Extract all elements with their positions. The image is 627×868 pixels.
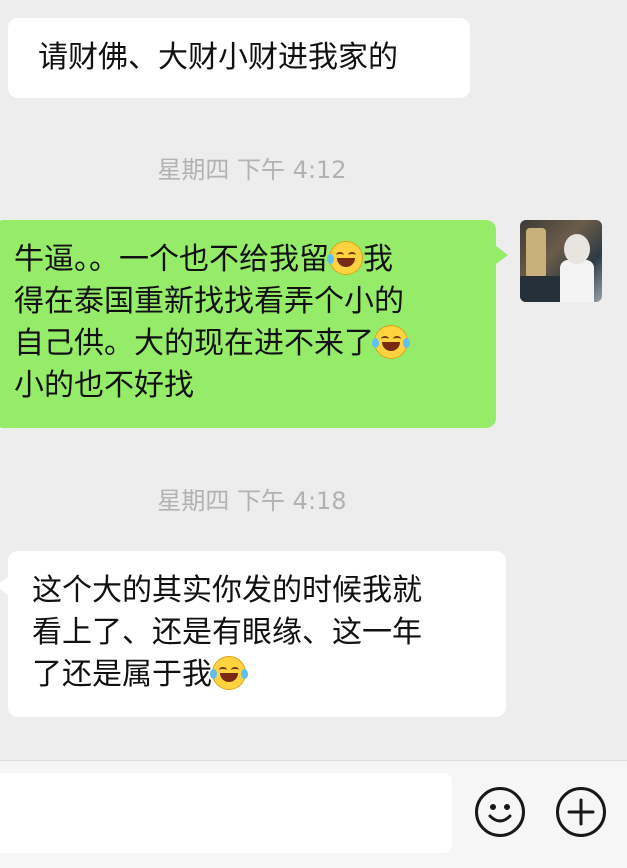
input-bar: [0, 760, 627, 868]
message-line: 这个大的其实你发的时候我就: [32, 573, 422, 608]
timestamp: 星期四 下午 4:12: [157, 156, 347, 184]
tears-of-joy-emoji-icon: [372, 325, 410, 359]
message-text: 请财佛、大财小财进我家的: [38, 40, 398, 75]
avatar[interactable]: [520, 220, 602, 302]
incoming-message[interactable]: 请财佛、大财小财进我家的: [8, 18, 470, 98]
emoji-button[interactable]: [475, 787, 525, 837]
message-line: 看上了、还是有眼缘、这一年: [32, 615, 422, 650]
crying-laughing-emoji-icon: [327, 241, 363, 275]
message-input[interactable]: [0, 773, 452, 853]
more-options-button[interactable]: [556, 787, 606, 837]
tears-of-joy-emoji-icon: [210, 656, 248, 690]
smiley-face-icon: [488, 804, 512, 823]
message-line: 牛逼。。一个也不给我留我: [14, 241, 393, 277]
message-line: 自己供。大的现在进不来了: [14, 323, 482, 365]
message-line: 得在泰国重新找找看弄个小的: [14, 284, 404, 319]
incoming-message[interactable]: 这个大的其实你发的时候我就 看上了、还是有眼缘、这一年 了还是属于我: [0, 551, 506, 717]
message-line: 了还是属于我: [32, 654, 490, 696]
plus-circle-icon: [567, 798, 595, 826]
timestamp: 星期四 下午 4:18: [157, 487, 347, 515]
message-line: 小的也不好找: [14, 368, 194, 403]
outgoing-message[interactable]: 牛逼。。一个也不给我留我 得在泰国重新找找看弄个小的 自己供。大的现在进不来了 …: [0, 220, 508, 428]
chat-area[interactable]: 请财佛、大财小财进我家的 星期四 下午 4:12 牛逼。。一个也不给我留我 得在…: [0, 0, 627, 760]
